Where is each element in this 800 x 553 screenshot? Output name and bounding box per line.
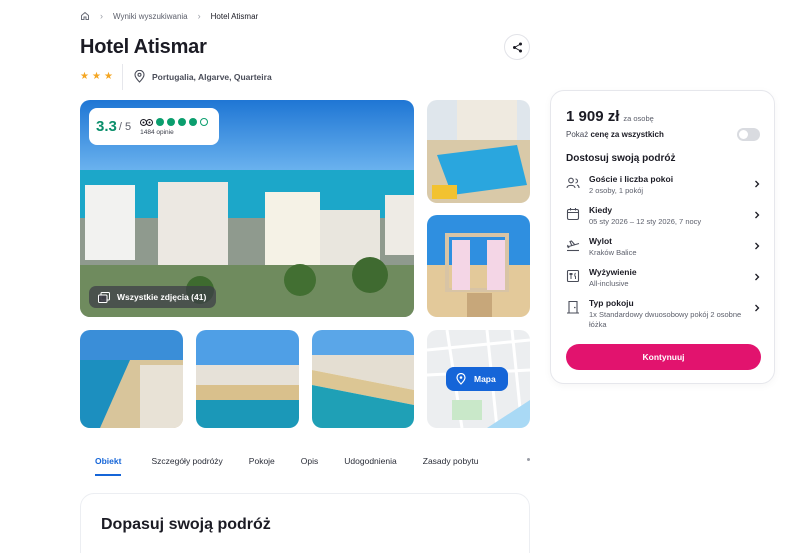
- rating-dot: [178, 117, 187, 126]
- map-label: Mapa: [474, 374, 496, 384]
- tab-opis[interactable]: Opis: [301, 452, 318, 476]
- price-amount: 1 909 zł: [566, 108, 620, 125]
- all-photos-label: Wszystkie zdjęcia (41): [117, 292, 207, 302]
- adjust-trip-section: Dopasuj swoją podróż: [80, 493, 530, 553]
- tab-zasady-pobytu[interactable]: Zasady pobytu: [423, 452, 479, 476]
- price-unit: za osobę: [623, 114, 654, 123]
- door-icon: [567, 300, 579, 314]
- breadcrumb-results-link[interactable]: Wyniki wyszukiwania: [113, 12, 188, 21]
- option-label: Kiedy: [589, 205, 613, 215]
- page-title: Hotel Atismar: [80, 36, 207, 58]
- gallery-icon: [98, 291, 110, 303]
- option-label: Typ pokoju: [589, 298, 634, 308]
- hotel-location: Portugalia, Algarve, Quarteira: [134, 70, 272, 83]
- star-icon: ★: [80, 71, 89, 82]
- section-tabs: Obiekt Szczegóły podróży Pokoje Opis Udo…: [80, 452, 505, 476]
- divider: [122, 64, 123, 90]
- price: 1 909 zł za osobę: [566, 108, 654, 125]
- all-photos-button[interactable]: Wszystkie zdjęcia (41): [89, 286, 217, 308]
- location-pin-icon: [456, 373, 466, 385]
- chevron-right-icon: [755, 304, 760, 312]
- tripadvisor-icon: [140, 118, 154, 126]
- share-icon: [512, 42, 522, 52]
- toggle-bold: cenę za wszystkich: [590, 130, 664, 139]
- adjust-trip-title: Dostosuj swoją podróż: [566, 153, 676, 164]
- rating-dot: [189, 117, 198, 126]
- star-icon: ★: [103, 71, 113, 82]
- option-room-type[interactable]: Typ pokoju 1x Standardowy dwuosobowy pok…: [566, 298, 761, 330]
- rating-dot: [200, 117, 209, 126]
- option-board[interactable]: Wyżywienie All-inclusive: [566, 267, 761, 289]
- tab-szczegoly-podrozy[interactable]: Szczegóły podróży: [151, 452, 222, 476]
- coast-photo-3[interactable]: [312, 330, 414, 428]
- continue-button[interactable]: Kontynuuj: [566, 344, 761, 370]
- hotel-stars: ★ ★ ★: [80, 72, 113, 82]
- home-icon[interactable]: [80, 11, 90, 21]
- section-title: Dopasuj swoją podróż: [101, 516, 271, 533]
- chevron-right-icon: [755, 273, 760, 281]
- rating-score: 3.3: [96, 118, 117, 135]
- chevron-right-icon: [755, 242, 760, 250]
- tabs-more-indicator[interactable]: [527, 458, 530, 461]
- option-value: All-inclusive: [589, 279, 629, 288]
- breadcrumb-separator: ›: [197, 11, 201, 21]
- toggle-prefix: Pokaż: [566, 130, 589, 139]
- chevron-right-icon: [755, 211, 760, 219]
- coast-photo-1[interactable]: [80, 330, 183, 428]
- beach-cabana-photo[interactable]: [427, 215, 530, 317]
- option-guests[interactable]: Goście i liczba pokoi 2 osoby, 1 pokój: [566, 174, 761, 196]
- breadcrumb-separator: ›: [100, 11, 103, 21]
- option-dates[interactable]: Kiedy 05 sty 2026 – 12 sty 2026, 7 nocy: [566, 205, 761, 227]
- coast-photo-2[interactable]: [196, 330, 299, 428]
- rating-dot: [167, 117, 176, 126]
- star-icon: ★: [91, 71, 101, 82]
- map-button[interactable]: Mapa: [446, 367, 508, 391]
- chevron-right-icon: [755, 180, 760, 188]
- tab-obiekt[interactable]: Obiekt: [95, 452, 122, 476]
- guests-icon: [566, 177, 580, 189]
- booking-panel: 1 909 zł za osobę Pokaż cenę za wszystki…: [550, 90, 775, 384]
- rating-dot: [156, 117, 165, 126]
- price-all-toggle-label: Pokaż cenę za wszystkich: [566, 130, 664, 139]
- tab-pokoje[interactable]: Pokoje: [249, 452, 275, 476]
- food-icon: [566, 269, 580, 283]
- option-label: Goście i liczba pokoi: [589, 174, 674, 184]
- location-pin-icon: [134, 70, 145, 83]
- option-value: Kraków Balice: [589, 248, 637, 257]
- plane-icon: [566, 240, 580, 252]
- breadcrumb: › Wyniki wyszukiwania › Hotel Atismar: [80, 11, 258, 21]
- option-departure[interactable]: Wylot Kraków Balice: [566, 236, 761, 258]
- breadcrumb-current: Hotel Atismar: [210, 11, 259, 21]
- option-label: Wylot: [589, 236, 612, 246]
- option-value: 05 sty 2026 – 12 sty 2026, 7 nocy: [589, 217, 702, 226]
- location-text: Portugalia, Algarve, Quarteira: [152, 71, 272, 82]
- calendar-icon: [566, 208, 580, 221]
- pool-photo[interactable]: [427, 100, 530, 203]
- option-value: 1x Standardowy dwuosobowy pokój 2 osobne…: [589, 310, 742, 329]
- reviews-count: 1484 opinie: [140, 128, 174, 136]
- tab-udogodnienia[interactable]: Udogodnienia: [344, 452, 396, 476]
- rating-max: / 5: [118, 120, 132, 133]
- option-value: 2 osoby, 1 pokój: [589, 186, 644, 195]
- rating-card: 3.3 / 5 1484 opinie: [89, 108, 219, 145]
- share-button[interactable]: [504, 34, 530, 60]
- option-label: Wyżywienie: [589, 267, 637, 277]
- price-all-toggle[interactable]: [737, 128, 760, 141]
